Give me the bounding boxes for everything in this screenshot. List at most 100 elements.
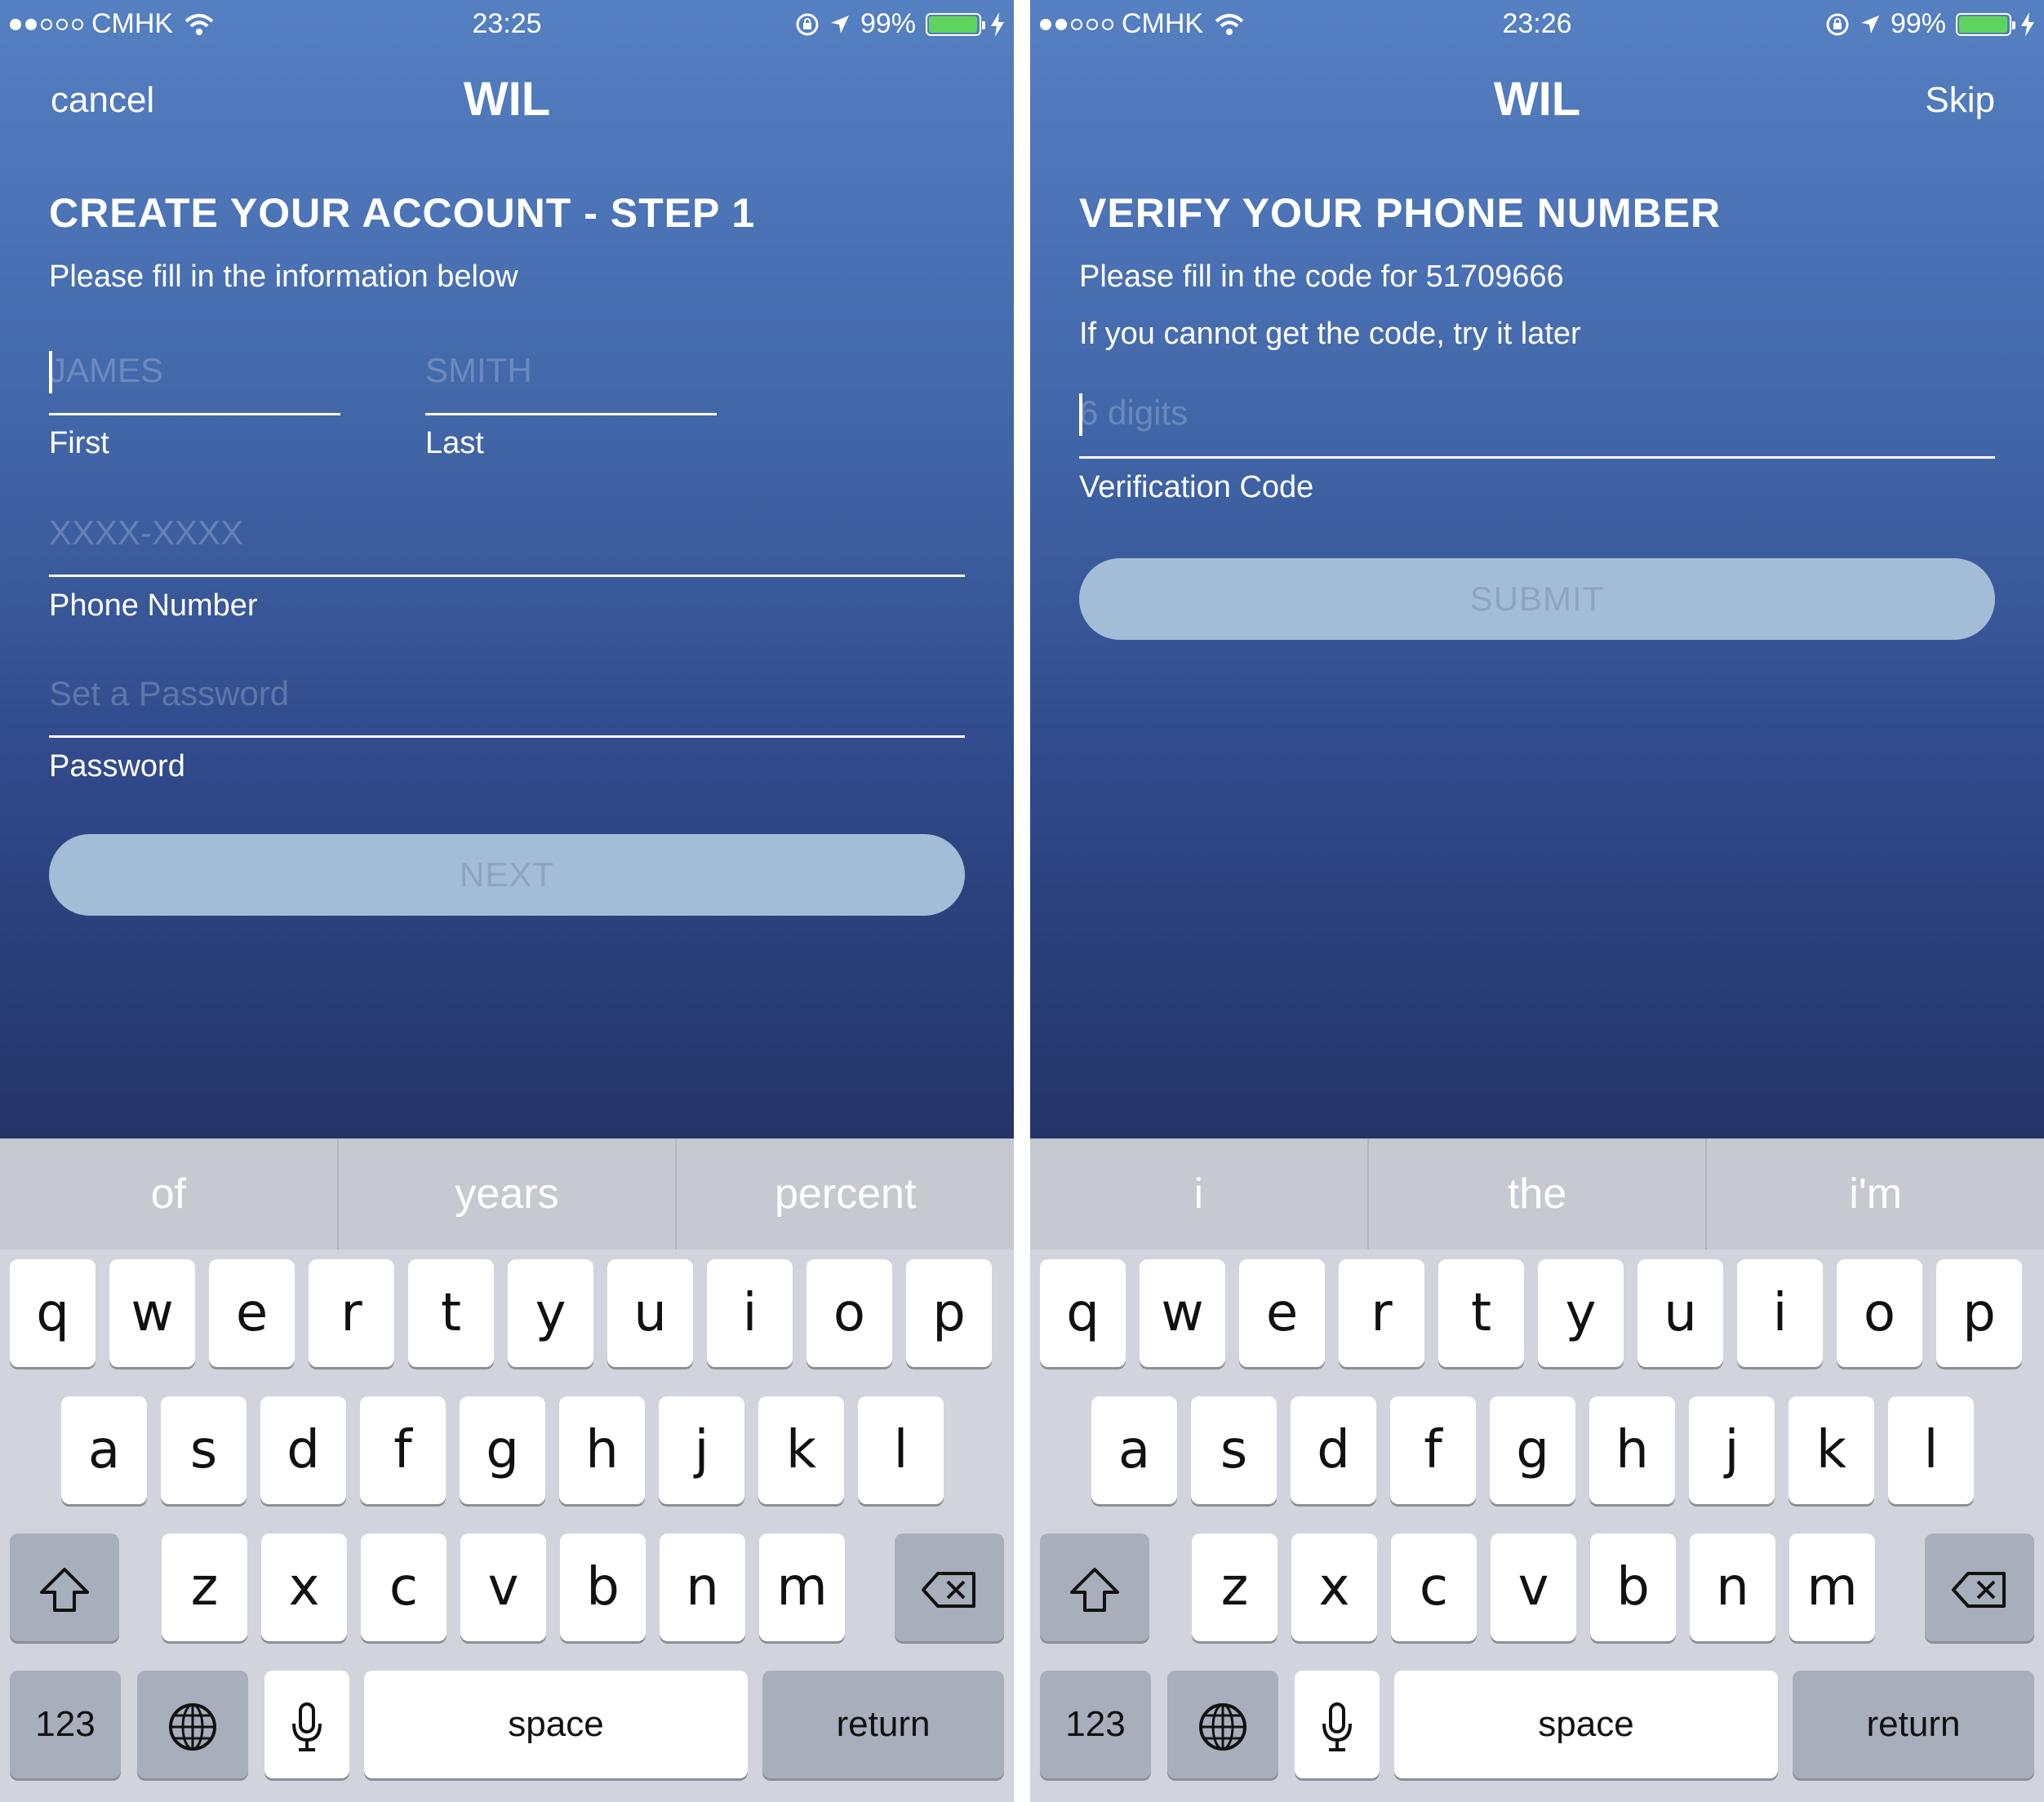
suggestion-item[interactable]: the [1369, 1138, 1706, 1249]
globe-key[interactable] [1167, 1671, 1278, 1778]
key-t[interactable]: t [1438, 1259, 1524, 1367]
suggestion-item[interactable]: of [0, 1138, 337, 1249]
globe-key[interactable] [137, 1671, 248, 1778]
key-w[interactable]: w [1140, 1259, 1225, 1367]
verify-screen: CMHK 23:26 99% WIL Skip VERIFY YOUR PHON… [1030, 0, 2044, 1802]
backspace-icon [1952, 1572, 2006, 1609]
key-r[interactable]: r [309, 1259, 394, 1367]
last-name-field[interactable]: SMITH Last [425, 346, 717, 460]
key-s[interactable]: s [1191, 1396, 1277, 1504]
numbers-key[interactable]: 123 [10, 1671, 121, 1778]
microphone-icon [1322, 1702, 1352, 1752]
next-button[interactable]: NEXT [49, 834, 965, 916]
space-key[interactable]: space [364, 1671, 748, 1778]
key-l[interactable]: l [858, 1396, 944, 1504]
key-m[interactable]: m [1789, 1533, 1875, 1641]
signup-screen: CMHK 23:25 99% cancel WIL CREATE YOUR AC… [0, 0, 1014, 1802]
key-x[interactable]: x [261, 1533, 347, 1641]
key-d[interactable]: d [260, 1396, 346, 1504]
password-field[interactable]: Set a Password Password [49, 669, 965, 783]
phone-number-label: Phone Number [49, 588, 258, 623]
key-l[interactable]: l [1888, 1396, 1974, 1504]
key-p[interactable]: p [1936, 1259, 2022, 1367]
password-label: Password [49, 749, 185, 783]
phone-number-input[interactable]: XXXX-XXXX [49, 508, 965, 557]
status-bar: CMHK 23:26 99% [1030, 0, 2044, 49]
key-e[interactable]: e [209, 1259, 295, 1367]
key-g[interactable]: g [460, 1396, 545, 1504]
key-h[interactable]: h [1589, 1396, 1675, 1504]
skip-button[interactable]: Skip [1925, 80, 1995, 121]
key-w[interactable]: w [109, 1259, 195, 1367]
key-b[interactable]: b [560, 1533, 646, 1641]
first-name-input[interactable]: JAMES [49, 346, 340, 395]
key-i[interactable]: i [707, 1259, 793, 1367]
key-v[interactable]: v [1491, 1533, 1576, 1641]
space-key[interactable]: space [1394, 1671, 1778, 1778]
shift-key[interactable] [10, 1533, 119, 1641]
key-f[interactable]: f [360, 1396, 446, 1504]
key-a[interactable]: a [1091, 1396, 1177, 1504]
shift-icon [1070, 1568, 1119, 1613]
key-f[interactable]: f [1390, 1396, 1476, 1504]
last-name-input[interactable]: SMITH [425, 346, 717, 395]
verification-code-input[interactable]: 6 digits [1079, 388, 1995, 437]
location-arrow-icon [830, 15, 849, 33]
key-j[interactable]: j [659, 1396, 744, 1504]
microphone-icon [292, 1702, 322, 1752]
key-n[interactable]: n [660, 1533, 745, 1641]
key-u[interactable]: u [607, 1259, 693, 1367]
key-g[interactable]: g [1490, 1396, 1575, 1504]
key-n[interactable]: n [1690, 1533, 1775, 1641]
key-o[interactable]: o [1837, 1259, 1922, 1367]
suggestion-item[interactable]: years [339, 1138, 676, 1249]
backspace-key[interactable] [895, 1533, 1004, 1641]
return-key[interactable]: return [762, 1671, 1004, 1778]
numbers-key[interactable]: 123 [1040, 1671, 1151, 1778]
suggestion-item[interactable]: percent [677, 1138, 1014, 1249]
key-h[interactable]: h [559, 1396, 645, 1504]
key-r[interactable]: r [1339, 1259, 1424, 1367]
key-q[interactable]: q [1040, 1259, 1126, 1367]
suggestion-bar: i the i'm [1030, 1138, 2044, 1249]
key-t[interactable]: t [408, 1259, 494, 1367]
key-k[interactable]: k [758, 1396, 844, 1504]
key-p[interactable]: p [906, 1259, 992, 1367]
key-z[interactable]: z [1192, 1533, 1278, 1641]
verification-code-label: Verification Code [1079, 470, 1314, 504]
key-b[interactable]: b [1590, 1533, 1676, 1641]
key-o[interactable]: o [806, 1259, 892, 1367]
key-u[interactable]: u [1637, 1259, 1723, 1367]
key-c[interactable]: c [1391, 1533, 1477, 1641]
backspace-key[interactable] [1925, 1533, 2034, 1641]
return-key[interactable]: return [1793, 1671, 2034, 1778]
microphone-key[interactable] [1295, 1671, 1380, 1778]
key-s[interactable]: s [161, 1396, 247, 1504]
underline [49, 413, 340, 415]
key-x[interactable]: x [1291, 1533, 1377, 1641]
microphone-key[interactable] [264, 1671, 349, 1778]
suggestion-item[interactable]: i'm [1707, 1138, 2044, 1249]
key-q[interactable]: q [10, 1259, 96, 1367]
phone-number-field[interactable]: XXXX-XXXX Phone Number [49, 508, 965, 623]
key-y[interactable]: y [1538, 1259, 1624, 1367]
key-k[interactable]: k [1788, 1396, 1874, 1504]
verification-code-field[interactable]: 6 digits Verification Code [1079, 388, 1995, 504]
password-input[interactable]: Set a Password [49, 669, 965, 718]
key-y[interactable]: y [508, 1259, 593, 1367]
first-name-field[interactable]: JAMES First [49, 346, 340, 460]
key-c[interactable]: c [361, 1533, 447, 1641]
key-z[interactable]: z [162, 1533, 247, 1641]
key-i[interactable]: i [1737, 1259, 1823, 1367]
key-v[interactable]: v [460, 1533, 546, 1641]
shift-icon [40, 1568, 89, 1613]
key-a[interactable]: a [61, 1396, 147, 1504]
key-j[interactable]: j [1689, 1396, 1775, 1504]
battery-percent: 99% [1890, 8, 1946, 39]
key-e[interactable]: e [1239, 1259, 1325, 1367]
key-m[interactable]: m [759, 1533, 845, 1641]
suggestion-item[interactable]: i [1030, 1138, 1367, 1249]
shift-key[interactable] [1040, 1533, 1149, 1641]
submit-button[interactable]: SUBMIT [1079, 558, 1995, 640]
key-d[interactable]: d [1291, 1396, 1376, 1504]
